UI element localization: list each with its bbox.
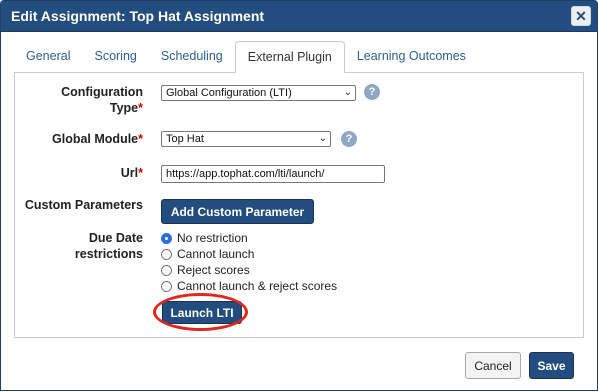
radio-button[interactable] (161, 232, 172, 244)
due-date-label-line2: restrictions (74, 247, 143, 261)
global-module-label: Global Module* (21, 131, 143, 147)
radio-option-reject-scores[interactable]: Reject scores (161, 262, 250, 278)
dialog-titlebar: Edit Assignment: Top Hat Assignment ✕ (1, 1, 597, 32)
radio-label: Cannot launch (177, 247, 255, 261)
chevron-down-icon: ⌄ (318, 133, 327, 144)
tab-general[interactable]: General (14, 41, 82, 72)
due-date-label-line1: Due Date (88, 231, 143, 245)
required-marker: * (138, 132, 143, 146)
configuration-type-select[interactable]: Global Configuration (LTI) ⌄ (161, 85, 356, 101)
global-module-value: Top Hat (166, 133, 204, 145)
tab-bar: General Scoring Scheduling External Plug… (14, 41, 584, 73)
chevron-down-icon: ⌄ (343, 87, 352, 98)
help-icon[interactable]: ? (364, 84, 380, 100)
url-label: Url* (21, 165, 143, 181)
url-input[interactable]: https://app.tophat.com/lti/launch/ (161, 165, 385, 183)
highlight-annotation-ring (153, 293, 248, 331)
add-custom-parameter-button[interactable]: Add Custom Parameter (161, 199, 314, 224)
configuration-type-label-line1: Configuration (61, 85, 143, 99)
radio-label: Cannot launch & reject scores (177, 279, 338, 293)
close-icon[interactable]: ✕ (571, 6, 591, 26)
tab-scheduling[interactable]: Scheduling (149, 41, 235, 72)
configuration-type-label-line2: Type (109, 101, 139, 115)
radio-option-cannot-launch-and-reject[interactable]: Cannot launch & reject scores (161, 278, 337, 294)
radio-option-no-restriction[interactable]: No restriction (161, 230, 248, 246)
custom-parameters-label: Custom Parameters (24, 198, 143, 212)
global-module-select[interactable]: Top Hat ⌄ (161, 131, 331, 147)
radio-button[interactable] (161, 280, 172, 292)
dialog-title: Edit Assignment: Top Hat Assignment (11, 8, 265, 24)
due-date-restrictions-label: Due Date restrictions (21, 230, 143, 262)
tab-scoring[interactable]: Scoring (82, 41, 148, 72)
radio-option-cannot-launch[interactable]: Cannot launch (161, 246, 254, 262)
url-label-text: Url (120, 166, 139, 180)
save-button[interactable]: Save (529, 352, 574, 379)
configuration-type-label: Configuration Type* (21, 84, 143, 116)
radio-button[interactable] (161, 248, 172, 260)
radio-label: Reject scores (177, 263, 250, 277)
help-icon[interactable]: ? (341, 131, 357, 147)
radio-button[interactable] (161, 264, 172, 276)
required-marker: * (138, 101, 143, 115)
global-module-label-text: Global Module (52, 132, 139, 146)
configuration-type-value: Global Configuration (LTI) (166, 87, 292, 99)
edit-assignment-dialog: Edit Assignment: Top Hat Assignment ✕ Ge… (0, 0, 598, 391)
tab-learning-outcomes[interactable]: Learning Outcomes (345, 41, 478, 72)
cancel-button[interactable]: Cancel (465, 352, 521, 379)
required-marker: * (138, 166, 143, 180)
dialog-footer: Cancel Save (1, 350, 597, 392)
radio-label: No restriction (177, 231, 248, 245)
tab-external-plugin[interactable]: External Plugin (234, 41, 345, 73)
